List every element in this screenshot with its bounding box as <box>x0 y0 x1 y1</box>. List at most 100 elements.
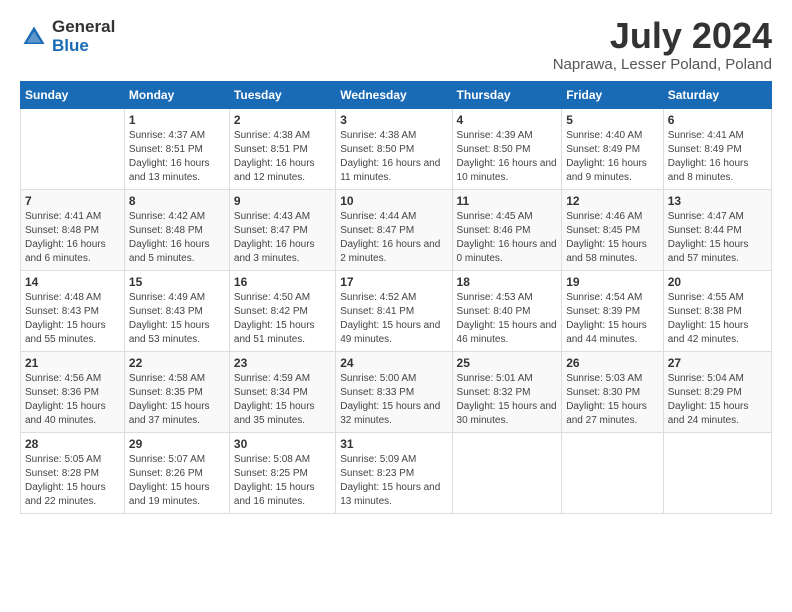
header-row: Sunday Monday Tuesday Wednesday Thursday… <box>21 82 772 109</box>
day-number: 31 <box>340 437 447 451</box>
table-cell: 27 Sunrise: 5:04 AMSunset: 8:29 PMDaylig… <box>663 352 771 433</box>
day-info: Sunrise: 4:46 AMSunset: 8:45 PMDaylight:… <box>566 210 659 266</box>
day-number: 11 <box>457 194 558 208</box>
day-info: Sunrise: 4:55 AMSunset: 8:38 PMDaylight:… <box>668 291 767 347</box>
day-info: Sunrise: 4:45 AMSunset: 8:46 PMDaylight:… <box>457 210 558 266</box>
day-number: 29 <box>129 437 225 451</box>
day-number: 7 <box>25 194 120 208</box>
calendar-table: Sunday Monday Tuesday Wednesday Thursday… <box>20 81 772 514</box>
table-cell: 24 Sunrise: 5:00 AMSunset: 8:33 PMDaylig… <box>336 352 452 433</box>
day-number: 14 <box>25 275 120 289</box>
day-info: Sunrise: 5:09 AMSunset: 8:23 PMDaylight:… <box>340 453 447 509</box>
table-cell: 7 Sunrise: 4:41 AMSunset: 8:48 PMDayligh… <box>21 190 125 271</box>
day-info: Sunrise: 4:44 AMSunset: 8:47 PMDaylight:… <box>340 210 447 266</box>
header: General Blue July 2024 Naprawa, Lesser P… <box>20 18 772 73</box>
subtitle: Naprawa, Lesser Poland, Poland <box>553 56 772 73</box>
table-cell: 17 Sunrise: 4:52 AMSunset: 8:41 PMDaylig… <box>336 271 452 352</box>
day-number: 10 <box>340 194 447 208</box>
day-number: 24 <box>340 356 447 370</box>
col-monday: Monday <box>124 82 229 109</box>
day-info: Sunrise: 4:49 AMSunset: 8:43 PMDaylight:… <box>129 291 225 347</box>
table-cell: 1 Sunrise: 4:37 AMSunset: 8:51 PMDayligh… <box>124 109 229 190</box>
table-cell: 30 Sunrise: 5:08 AMSunset: 8:25 PMDaylig… <box>229 433 335 514</box>
main-title: July 2024 <box>553 18 772 54</box>
day-info: Sunrise: 4:40 AMSunset: 8:49 PMDaylight:… <box>566 129 659 185</box>
table-cell: 9 Sunrise: 4:43 AMSunset: 8:47 PMDayligh… <box>229 190 335 271</box>
day-number: 13 <box>668 194 767 208</box>
logo-text: General Blue <box>52 18 115 56</box>
table-cell: 4 Sunrise: 4:39 AMSunset: 8:50 PMDayligh… <box>452 109 562 190</box>
day-info: Sunrise: 4:58 AMSunset: 8:35 PMDaylight:… <box>129 372 225 428</box>
day-number: 21 <box>25 356 120 370</box>
col-saturday: Saturday <box>663 82 771 109</box>
table-cell: 21 Sunrise: 4:56 AMSunset: 8:36 PMDaylig… <box>21 352 125 433</box>
table-cell <box>562 433 664 514</box>
day-info: Sunrise: 5:05 AMSunset: 8:28 PMDaylight:… <box>25 453 120 509</box>
table-cell: 2 Sunrise: 4:38 AMSunset: 8:51 PMDayligh… <box>229 109 335 190</box>
table-cell: 22 Sunrise: 4:58 AMSunset: 8:35 PMDaylig… <box>124 352 229 433</box>
day-number: 12 <box>566 194 659 208</box>
day-number: 16 <box>234 275 331 289</box>
day-info: Sunrise: 4:39 AMSunset: 8:50 PMDaylight:… <box>457 129 558 185</box>
day-number: 4 <box>457 113 558 127</box>
table-cell <box>663 433 771 514</box>
table-cell: 11 Sunrise: 4:45 AMSunset: 8:46 PMDaylig… <box>452 190 562 271</box>
day-info: Sunrise: 5:03 AMSunset: 8:30 PMDaylight:… <box>566 372 659 428</box>
table-cell: 29 Sunrise: 5:07 AMSunset: 8:26 PMDaylig… <box>124 433 229 514</box>
logo: General Blue <box>20 18 115 56</box>
day-number: 25 <box>457 356 558 370</box>
logo-blue: Blue <box>52 36 89 55</box>
day-number: 3 <box>340 113 447 127</box>
day-number: 9 <box>234 194 331 208</box>
day-info: Sunrise: 5:04 AMSunset: 8:29 PMDaylight:… <box>668 372 767 428</box>
table-cell: 13 Sunrise: 4:47 AMSunset: 8:44 PMDaylig… <box>663 190 771 271</box>
day-info: Sunrise: 4:56 AMSunset: 8:36 PMDaylight:… <box>25 372 120 428</box>
day-number: 22 <box>129 356 225 370</box>
table-cell: 19 Sunrise: 4:54 AMSunset: 8:39 PMDaylig… <box>562 271 664 352</box>
col-tuesday: Tuesday <box>229 82 335 109</box>
logo-general: General <box>52 17 115 36</box>
calendar-row: 28 Sunrise: 5:05 AMSunset: 8:28 PMDaylig… <box>21 433 772 514</box>
table-cell <box>21 109 125 190</box>
page: General Blue July 2024 Naprawa, Lesser P… <box>0 0 792 524</box>
day-info: Sunrise: 4:38 AMSunset: 8:50 PMDaylight:… <box>340 129 447 185</box>
table-cell: 6 Sunrise: 4:41 AMSunset: 8:49 PMDayligh… <box>663 109 771 190</box>
col-sunday: Sunday <box>21 82 125 109</box>
day-info: Sunrise: 4:59 AMSunset: 8:34 PMDaylight:… <box>234 372 331 428</box>
calendar-row: 21 Sunrise: 4:56 AMSunset: 8:36 PMDaylig… <box>21 352 772 433</box>
day-info: Sunrise: 5:01 AMSunset: 8:32 PMDaylight:… <box>457 372 558 428</box>
table-cell: 16 Sunrise: 4:50 AMSunset: 8:42 PMDaylig… <box>229 271 335 352</box>
table-cell: 14 Sunrise: 4:48 AMSunset: 8:43 PMDaylig… <box>21 271 125 352</box>
day-info: Sunrise: 4:52 AMSunset: 8:41 PMDaylight:… <box>340 291 447 347</box>
table-cell: 5 Sunrise: 4:40 AMSunset: 8:49 PMDayligh… <box>562 109 664 190</box>
day-number: 28 <box>25 437 120 451</box>
day-number: 5 <box>566 113 659 127</box>
calendar-row: 1 Sunrise: 4:37 AMSunset: 8:51 PMDayligh… <box>21 109 772 190</box>
day-info: Sunrise: 4:41 AMSunset: 8:48 PMDaylight:… <box>25 210 120 266</box>
day-info: Sunrise: 4:41 AMSunset: 8:49 PMDaylight:… <box>668 129 767 185</box>
day-number: 23 <box>234 356 331 370</box>
day-number: 17 <box>340 275 447 289</box>
table-cell: 10 Sunrise: 4:44 AMSunset: 8:47 PMDaylig… <box>336 190 452 271</box>
table-cell: 23 Sunrise: 4:59 AMSunset: 8:34 PMDaylig… <box>229 352 335 433</box>
day-number: 2 <box>234 113 331 127</box>
day-info: Sunrise: 4:48 AMSunset: 8:43 PMDaylight:… <box>25 291 120 347</box>
day-info: Sunrise: 5:08 AMSunset: 8:25 PMDaylight:… <box>234 453 331 509</box>
day-info: Sunrise: 4:43 AMSunset: 8:47 PMDaylight:… <box>234 210 331 266</box>
day-number: 6 <box>668 113 767 127</box>
day-info: Sunrise: 5:07 AMSunset: 8:26 PMDaylight:… <box>129 453 225 509</box>
logo-icon <box>20 23 48 51</box>
day-number: 18 <box>457 275 558 289</box>
day-info: Sunrise: 4:37 AMSunset: 8:51 PMDaylight:… <box>129 129 225 185</box>
day-number: 27 <box>668 356 767 370</box>
table-cell: 20 Sunrise: 4:55 AMSunset: 8:38 PMDaylig… <box>663 271 771 352</box>
table-cell: 3 Sunrise: 4:38 AMSunset: 8:50 PMDayligh… <box>336 109 452 190</box>
day-number: 1 <box>129 113 225 127</box>
col-friday: Friday <box>562 82 664 109</box>
day-number: 30 <box>234 437 331 451</box>
day-number: 20 <box>668 275 767 289</box>
table-cell: 28 Sunrise: 5:05 AMSunset: 8:28 PMDaylig… <box>21 433 125 514</box>
day-info: Sunrise: 4:54 AMSunset: 8:39 PMDaylight:… <box>566 291 659 347</box>
day-info: Sunrise: 5:00 AMSunset: 8:33 PMDaylight:… <box>340 372 447 428</box>
table-cell: 12 Sunrise: 4:46 AMSunset: 8:45 PMDaylig… <box>562 190 664 271</box>
